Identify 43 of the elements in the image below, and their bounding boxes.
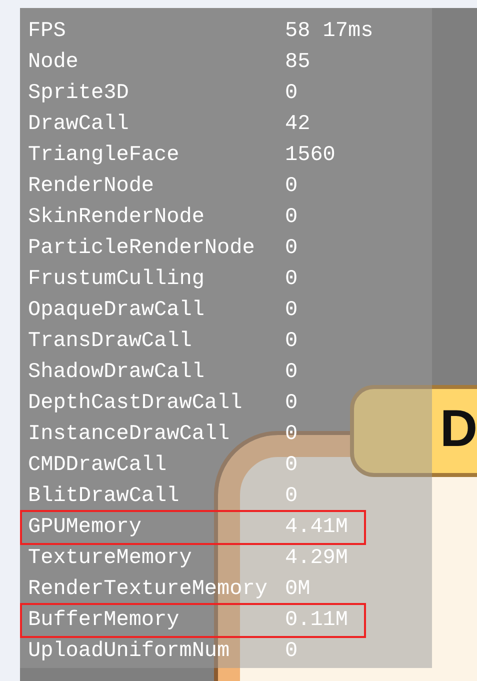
stat-label: FrustumCulling	[28, 267, 206, 293]
stat-label: CMDDrawCall	[28, 453, 168, 479]
stat-label: RenderTextureMemory	[28, 577, 268, 603]
stat-label: Node	[28, 50, 80, 76]
stat-value: 0M	[285, 577, 310, 603]
stat-value: 0	[285, 298, 298, 324]
stat-value: 0	[285, 639, 298, 665]
stat-value: 4.41M	[285, 515, 348, 541]
stat-label: ShadowDrawCall	[28, 360, 206, 386]
stat-value: 1560	[285, 143, 336, 169]
stat-label: TextureMemory	[28, 546, 193, 572]
stat-value: 0	[285, 205, 298, 231]
stat-label: Sprite3D	[28, 81, 130, 107]
stat-label: UploadUniformNum	[28, 639, 231, 665]
stat-value: 0	[285, 329, 298, 355]
stat-value: 0	[285, 484, 298, 510]
stat-label: GPUMemory	[28, 515, 142, 541]
stat-value: 0.11M	[285, 608, 348, 634]
stat-label: DepthCastDrawCall	[28, 391, 244, 417]
stat-value: 0	[285, 422, 298, 448]
stat-value: 4.29M	[285, 546, 348, 572]
stat-value: 0	[285, 267, 298, 293]
stat-value: 85	[285, 50, 310, 76]
stat-label: BlitDrawCall	[28, 484, 180, 510]
stat-label: TransDrawCall	[28, 329, 193, 355]
stat-label: RenderNode	[28, 174, 156, 200]
banner-text: D	[440, 400, 477, 458]
stat-label: DrawCall	[28, 112, 130, 138]
stat-label: BufferMemory	[28, 608, 180, 634]
stat-value: 0	[285, 360, 298, 386]
stat-value: 0	[285, 174, 298, 200]
stat-label: InstanceDrawCall	[28, 422, 231, 448]
stat-value: 0	[285, 81, 298, 107]
stat-label: FPS	[28, 19, 67, 45]
stat-label: ParticleRenderNode	[28, 236, 256, 262]
stat-value: 58 17ms	[285, 19, 374, 45]
stat-value: 42	[285, 112, 310, 138]
stat-value: 0	[285, 391, 298, 417]
stat-label: TriangleFace	[28, 143, 180, 169]
stat-value: 0	[285, 236, 298, 262]
stat-label: SkinRenderNode	[28, 205, 206, 231]
stat-value: 0	[285, 453, 298, 479]
stat-label: OpaqueDrawCall	[28, 298, 206, 324]
